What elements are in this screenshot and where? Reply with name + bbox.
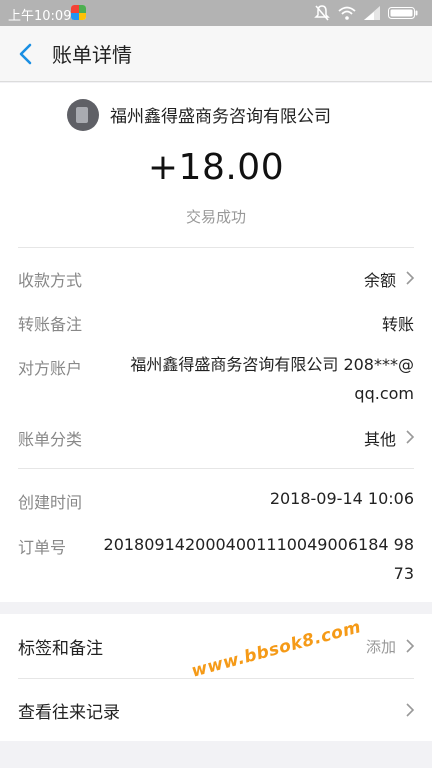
merchant-avatar bbox=[67, 99, 99, 131]
action-label: 标签和备注 bbox=[18, 639, 103, 659]
counterparty-line-1: 福州鑫得盛商务咨询有限公司 208***@ bbox=[130, 355, 414, 374]
row-value: 2018091420004001110049006184 98 73 bbox=[104, 530, 414, 588]
status-time: 上午10:09 bbox=[8, 9, 72, 24]
battery-icon bbox=[388, 7, 418, 19]
actions-card: 标签和备注 添加 查看往来记录 bbox=[0, 614, 432, 741]
row-label: 对方账户 bbox=[18, 359, 83, 378]
row-value: 福州鑫得盛商务咨询有限公司 208***@ qq.com bbox=[130, 350, 414, 408]
row-value: 转账 bbox=[381, 315, 414, 334]
counterparty-line-2: qq.com bbox=[354, 384, 414, 403]
row-label: 收款方式 bbox=[18, 271, 83, 290]
nav-bar: 账单详情 bbox=[0, 26, 432, 82]
order-number-line-2: 73 bbox=[393, 564, 414, 583]
merchant-name: 福州鑫得盛商务咨询有限公司 bbox=[110, 107, 331, 127]
action-value: 添加 bbox=[365, 638, 396, 656]
row-value: 余额 bbox=[363, 271, 396, 290]
row-value: 2018-09-14 10:06 bbox=[269, 489, 414, 508]
mute-icon bbox=[314, 5, 330, 21]
divider bbox=[18, 247, 414, 248]
row-label: 创建时间 bbox=[18, 493, 83, 512]
chevron-left-icon[interactable] bbox=[14, 40, 40, 68]
wifi-icon bbox=[338, 6, 356, 20]
page-title: 账单详情 bbox=[52, 43, 132, 67]
row-label: 账单分类 bbox=[18, 430, 83, 449]
bill-detail-card: 福州鑫得盛商务咨询有限公司 +18.00 交易成功 收款方式 余额 转账备注 转… bbox=[0, 83, 432, 602]
divider bbox=[18, 678, 414, 679]
chevron-right-icon bbox=[406, 639, 415, 653]
transaction-amount: +18.00 bbox=[147, 147, 285, 188]
row-label: 转账备注 bbox=[18, 315, 83, 334]
app-notification-icon bbox=[71, 5, 86, 20]
divider bbox=[18, 468, 414, 469]
merchant-row: 福州鑫得盛商务咨询有限公司 bbox=[0, 99, 432, 131]
status-bar: 上午10:09 bbox=[0, 0, 432, 26]
order-number-line-1: 2018091420004001110049006184 98 bbox=[103, 535, 414, 554]
action-label: 查看往来记录 bbox=[18, 703, 120, 723]
chevron-right-icon bbox=[406, 271, 415, 285]
chevron-right-icon bbox=[406, 703, 415, 717]
status-icons bbox=[314, 4, 424, 22]
row-value: 其他 bbox=[363, 430, 396, 449]
row-label: 订单号 bbox=[18, 538, 67, 557]
signal-icon bbox=[364, 6, 380, 20]
chevron-right-icon bbox=[406, 430, 415, 444]
transaction-status: 交易成功 bbox=[185, 208, 246, 226]
